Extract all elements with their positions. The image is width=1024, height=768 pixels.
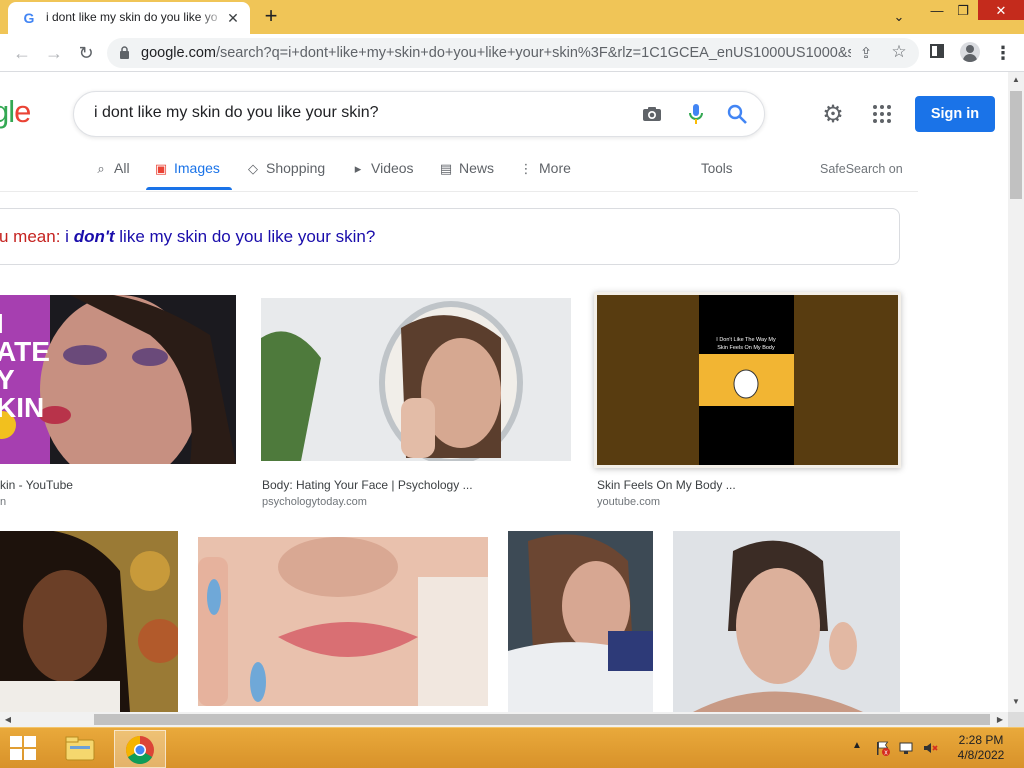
tools-button[interactable]: Tools (701, 161, 733, 191)
image-result[interactable]: I ATE Y KIN (0, 295, 236, 464)
image-source: psychologytoday.com (262, 496, 367, 508)
video-thumbnail: I Don't Like The Way My Skin Feels On My… (594, 292, 901, 468)
image-caption[interactable]: Body: Hating Your Face | Psychology ... (262, 478, 473, 492)
kebab-menu-icon[interactable]: ⋮ (994, 41, 1012, 65)
search-icon: ⌕ (97, 161, 105, 176)
clock-time: 2:28 PM (958, 733, 1004, 747)
svg-text:ATE: ATE (0, 336, 50, 367)
woman-makeup-thumbnail: I ATE Y KIN (0, 295, 236, 464)
tab-more[interactable]: ⋮ More (518, 160, 571, 190)
more-dots-icon: ⋮ (519, 161, 533, 176)
side-panel-icon[interactable] (930, 44, 944, 58)
address-bar[interactable]: google.com/search?q=i+dont+like+my+skin+… (107, 38, 919, 68)
woman-acne-thumbnail (508, 531, 653, 712)
page-content: gle ⚙ Sign in ⌕All ▣Images ◇Shopping ▸Vi… (0, 72, 1008, 712)
safesearch-status[interactable]: SafeSearch on (820, 162, 903, 192)
sign-in-button[interactable]: Sign in (915, 96, 995, 132)
scrollbar-corner (1008, 712, 1024, 727)
reload-icon[interactable]: ↻ (74, 41, 98, 65)
scroll-up-arrow-icon[interactable]: ▲ (1008, 72, 1024, 88)
gear-icon[interactable]: ⚙ (821, 103, 845, 127)
image-result[interactable] (508, 531, 653, 712)
google-logo[interactable]: gle (0, 94, 31, 130)
clock-date: 4/8/2022 (957, 748, 1005, 762)
news-icon: ▤ (439, 161, 453, 176)
apps-grid-icon[interactable] (873, 105, 891, 123)
minimize-icon[interactable]: — (925, 0, 949, 22)
did-you-mean-box[interactable]: u mean: i don't like my skin do you like… (0, 208, 900, 265)
restore-icon[interactable]: ❐ (951, 0, 975, 22)
did-you-mean-text[interactable]: u mean: i don't like my skin do you like… (0, 227, 375, 247)
svg-text:KIN: KIN (0, 392, 44, 423)
svg-text:Y: Y (0, 364, 15, 395)
back-arrow-icon[interactable]: ← (10, 41, 34, 65)
image-source: youtube.com (597, 496, 660, 508)
portrait-thumbnail (0, 531, 178, 712)
browser-titlebar: G i dont like my skin do you like yo ✕ +… (0, 0, 1024, 34)
chrome-taskbar-button[interactable] (114, 730, 166, 768)
tab-images[interactable]: ▣ Images (153, 160, 220, 190)
image-source: n (0, 496, 7, 508)
image-result[interactable] (198, 537, 488, 706)
scroll-left-arrow-icon[interactable]: ◀ (0, 712, 16, 728)
windows-taskbar: ▲ x 2:28 PM 4/8/2022 (0, 727, 1024, 768)
tab-shopping[interactable]: ◇ Shopping (245, 160, 325, 190)
image-result[interactable] (673, 531, 900, 712)
camera-icon[interactable] (642, 106, 662, 122)
taskbar-clock[interactable]: 2:28 PM 4/8/2022 (950, 733, 1012, 763)
close-icon[interactable]: ✕ (224, 9, 242, 27)
woman-mirror-thumbnail (261, 298, 571, 461)
chrome-icon (126, 736, 154, 764)
profile-icon[interactable] (960, 42, 980, 62)
horizontal-scroll-thumb[interactable] (94, 714, 990, 725)
star-icon[interactable]: ☆ (889, 42, 909, 62)
horizontal-scrollbar[interactable]: ◀ ▶ (0, 712, 1008, 727)
url-text[interactable]: google.com/search?q=i+dont+like+my+skin+… (141, 45, 851, 61)
image-result[interactable] (261, 298, 571, 461)
mic-icon[interactable] (688, 103, 704, 125)
svg-text:x: x (884, 750, 888, 757)
tab-all[interactable]: ⌕ All (93, 160, 129, 190)
scroll-down-arrow-icon[interactable]: ▼ (1008, 694, 1024, 710)
action-center-flag-icon[interactable]: x (874, 740, 890, 756)
new-tab-button[interactable]: + (260, 5, 282, 28)
svg-text:I: I (0, 308, 4, 339)
google-favicon-icon: G (23, 10, 35, 26)
active-tab-indicator (146, 187, 232, 190)
lips-closeup-thumbnail (198, 537, 488, 706)
image-result[interactable]: I Don't Like The Way My Skin Feels On My… (594, 292, 901, 468)
woman-face-mask-thumbnail (673, 531, 900, 712)
scroll-right-arrow-icon[interactable]: ▶ (992, 712, 1008, 728)
file-explorer-icon[interactable] (60, 732, 100, 766)
svg-text:I Don't Like The Way My: I Don't Like The Way My (716, 337, 776, 343)
vertical-scrollbar[interactable]: ▲ ▼ (1008, 72, 1024, 712)
lock-icon (120, 46, 129, 59)
tab-news[interactable]: ▤ News (438, 160, 494, 190)
tag-icon: ◇ (248, 161, 258, 176)
play-icon: ▸ (354, 161, 362, 176)
search-box (73, 91, 765, 137)
tray-expand-icon[interactable]: ▲ (852, 740, 862, 751)
chevron-down-icon[interactable]: ⌄ (888, 6, 910, 28)
svg-text:Skin Feels On My Body: Skin Feels On My Body (717, 345, 775, 351)
image-result[interactable] (0, 531, 178, 712)
image-caption[interactable]: Skin Feels On My Body ... (597, 478, 736, 492)
share-icon[interactable]: ⇪ (857, 44, 875, 62)
network-icon[interactable] (898, 740, 914, 756)
image-icon: ▣ (154, 161, 168, 176)
tab-title: i dont like my skin do you like yo (46, 10, 218, 24)
windows-start-icon[interactable] (10, 736, 38, 762)
browser-tab[interactable]: G i dont like my skin do you like yo ✕ (8, 2, 250, 34)
search-tabs: ⌕ All ▣ Images ◇ Shopping ▸ Videos ▤ News ⋮ Mo… (0, 150, 918, 192)
search-icon[interactable] (726, 103, 748, 125)
search-input[interactable] (94, 104, 624, 122)
close-window-button[interactable]: ✕ (978, 0, 1024, 20)
browser-toolbar: ← → ↻ google.com/search?q=i+dont+like+my… (0, 34, 1024, 72)
forward-arrow-icon[interactable]: → (42, 41, 66, 65)
vertical-scroll-thumb[interactable] (1010, 91, 1022, 199)
image-caption[interactable]: kin - YouTube (0, 478, 73, 492)
tab-videos[interactable]: ▸ Videos (350, 160, 414, 190)
volume-muted-icon[interactable] (922, 740, 938, 756)
